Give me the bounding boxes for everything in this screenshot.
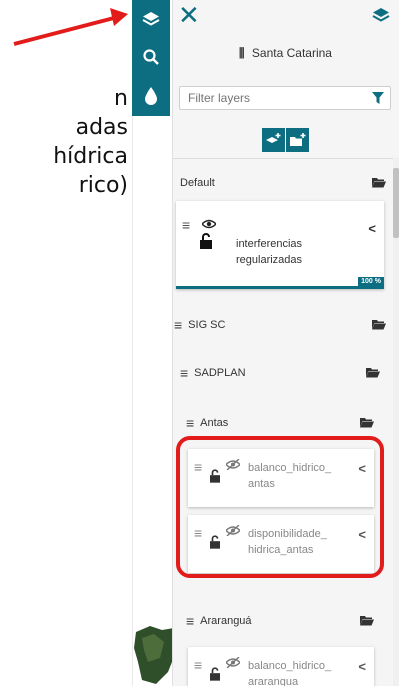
slide-text-line: hídrica bbox=[53, 144, 128, 169]
menu-icon[interactable]: ≡ bbox=[194, 459, 202, 475]
menu-icon[interactable]: ≡ bbox=[182, 217, 190, 233]
unlock-icon[interactable] bbox=[210, 535, 220, 549]
search-tool-button[interactable] bbox=[132, 38, 170, 76]
chevron-left-icon[interactable]: < bbox=[358, 527, 366, 542]
slide-text-line: n bbox=[114, 86, 128, 111]
menu-icon[interactable]: ≡ bbox=[194, 657, 202, 673]
group-label: SIG SC bbox=[188, 319, 226, 331]
layer-card-balanco-hidrico-antas[interactable]: ≡ balanco_hidrico_ antas < bbox=[188, 449, 374, 507]
layers-icon bbox=[142, 12, 160, 26]
layer-name-line2: hidrica_antas bbox=[248, 544, 314, 556]
map-toolbar bbox=[132, 0, 170, 116]
group-label: Antas bbox=[200, 417, 229, 429]
load-progress-label: 100 % bbox=[358, 277, 384, 286]
red-arrow-annotation bbox=[13, 8, 128, 46]
layer-name-line1: disponibilidade_ bbox=[248, 528, 327, 540]
layer-card-balanco-hidrico-ararangua[interactable]: ≡ balanco_hidrico_ ararangua < bbox=[188, 647, 374, 686]
menu-icon[interactable]: ≡ bbox=[194, 525, 202, 541]
group-label: Araranguá bbox=[200, 615, 252, 627]
layer-name-line2: regularizadas bbox=[236, 254, 303, 266]
layer-tree: Default ≡ interferencias regularizadas <… bbox=[172, 158, 393, 686]
layer-card-interferencias[interactable]: ≡ interferencias regularizadas < 100 % bbox=[176, 201, 384, 289]
eye-icon[interactable] bbox=[202, 219, 216, 229]
add-layer-buttons bbox=[262, 128, 310, 152]
add-group-button[interactable] bbox=[286, 128, 310, 152]
group-sig-sc[interactable]: ≡ SIG SC bbox=[174, 311, 225, 339]
add-layer-icon bbox=[265, 133, 280, 143]
menu-icon[interactable]: ≡ bbox=[174, 317, 182, 333]
panel-title-text: Santa Catarina bbox=[251, 46, 332, 60]
slide-text-line: adas bbox=[75, 115, 128, 140]
grip-icon: ⫼ bbox=[239, 46, 245, 60]
tree-scroll-thumb[interactable] bbox=[393, 168, 399, 238]
unlock-icon[interactable] bbox=[200, 233, 212, 249]
layers-icon bbox=[372, 8, 390, 22]
layer-name-line1: interferencias bbox=[236, 238, 303, 250]
search-icon bbox=[143, 49, 159, 65]
open-folder-icon[interactable] bbox=[366, 367, 380, 378]
close-icon[interactable]: ✕ bbox=[178, 3, 200, 29]
open-folder-icon[interactable] bbox=[360, 615, 374, 626]
unlock-icon[interactable] bbox=[210, 469, 220, 483]
menu-icon[interactable]: ≡ bbox=[186, 415, 194, 431]
open-folder-icon[interactable] bbox=[372, 177, 386, 188]
map-region-shape bbox=[134, 626, 176, 684]
panel-title: ⫼ Santa Catarina bbox=[172, 46, 399, 61]
slide-text-line: rico) bbox=[78, 173, 128, 198]
chevron-left-icon[interactable]: < bbox=[358, 461, 366, 476]
group-label: SADPLAN bbox=[194, 367, 246, 379]
funnel-icon[interactable] bbox=[372, 92, 384, 104]
unlock-icon[interactable] bbox=[210, 667, 220, 681]
chevron-left-icon[interactable]: < bbox=[368, 221, 376, 236]
layers-tool-button[interactable] bbox=[132, 0, 170, 38]
group-sadplan[interactable]: ≡ SADPLAN bbox=[180, 359, 246, 387]
eye-slash-icon[interactable] bbox=[226, 459, 240, 470]
chevron-left-icon[interactable]: < bbox=[358, 659, 366, 674]
add-layer-button[interactable] bbox=[262, 128, 286, 152]
water-drop-icon bbox=[145, 87, 157, 105]
group-label: Default bbox=[180, 177, 215, 189]
menu-icon[interactable]: ≡ bbox=[180, 365, 188, 381]
layer-name-line2: ararangua bbox=[248, 676, 299, 686]
open-folder-icon[interactable] bbox=[372, 319, 386, 330]
layer-name-line1: balanco_hidrico_ bbox=[248, 462, 332, 474]
group-default[interactable]: Default bbox=[180, 169, 215, 197]
filter-layers-field[interactable] bbox=[179, 86, 391, 110]
load-progress-bar bbox=[176, 286, 384, 289]
group-antas[interactable]: ≡ Antas bbox=[186, 409, 228, 437]
layer-name-line2: antas bbox=[248, 478, 275, 490]
layer-card-disponibilidade-hidrica-antas[interactable]: ≡ disponibilidade_ hidrica_antas < bbox=[188, 515, 374, 573]
eye-slash-icon[interactable] bbox=[226, 657, 240, 668]
eye-slash-icon[interactable] bbox=[226, 525, 240, 536]
water-tool-button[interactable] bbox=[132, 77, 170, 115]
slide-text: n adas hídrica rico) bbox=[0, 84, 128, 200]
group-ararangua[interactable]: ≡ Araranguá bbox=[186, 607, 252, 635]
filter-layers-input[interactable] bbox=[180, 87, 360, 109]
add-folder-icon bbox=[289, 133, 305, 146]
layer-name-line1: balanco_hidrico_ bbox=[248, 660, 332, 672]
open-folder-icon[interactable] bbox=[360, 417, 374, 428]
menu-icon[interactable]: ≡ bbox=[186, 613, 194, 629]
